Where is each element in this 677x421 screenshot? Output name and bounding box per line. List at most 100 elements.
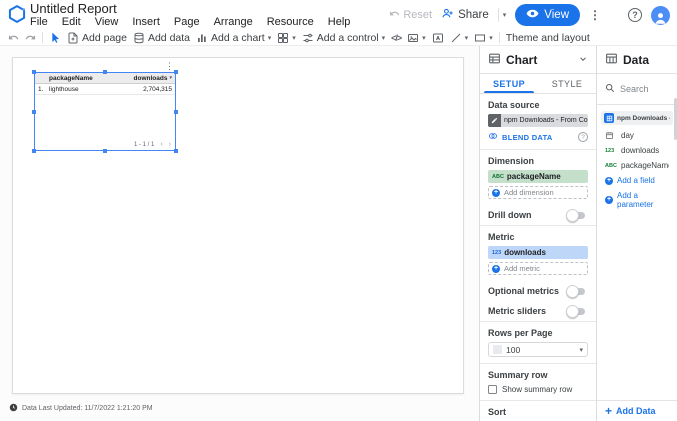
data-source-name: npm Downloads - From Co... xyxy=(501,117,588,124)
select-tool-button[interactable] xyxy=(49,32,61,44)
tune-icon xyxy=(302,32,314,44)
dimension-section: Dimension ABC packageName + Add dimensio… xyxy=(480,150,596,205)
menu-help[interactable]: Help xyxy=(321,16,358,28)
eye-icon xyxy=(526,7,539,23)
data-panel: Data npm Downloads - F... day 123 downlo… xyxy=(596,46,677,421)
resize-handle-ne[interactable] xyxy=(174,70,178,74)
selected-table-chart[interactable]: ⋮ packageName downloads ▾ 1. lighthouse … xyxy=(34,72,176,151)
field-item-day[interactable]: day xyxy=(597,128,677,143)
menu-edit[interactable]: Edit xyxy=(55,16,88,28)
field-item-downloads[interactable]: 123 downloads xyxy=(597,143,677,158)
menu-page[interactable]: Page xyxy=(167,16,207,28)
row-index: 1. xyxy=(35,86,49,93)
resize-handle-n[interactable] xyxy=(103,70,107,74)
metric-chip[interactable]: 123 downloads xyxy=(488,246,588,259)
report-canvas[interactable]: ⋮ packageName downloads ▾ 1. lighthouse … xyxy=(0,46,479,421)
plus-icon: + xyxy=(492,265,500,273)
add-chart-button[interactable]: Add a chart ▾ xyxy=(196,32,271,44)
menu-file[interactable]: File xyxy=(23,16,55,28)
resize-handle-e[interactable] xyxy=(174,110,178,114)
view-button[interactable]: View xyxy=(515,4,580,26)
data-source-chip[interactable]: npm Downloads - From Co... xyxy=(488,114,588,127)
caret-down-icon: ▾ xyxy=(382,34,386,42)
blend-data-button[interactable]: BLEND DATA xyxy=(502,133,553,142)
pencil-icon[interactable] xyxy=(488,114,501,127)
reset-button[interactable]: Reset xyxy=(389,8,432,22)
community-visualizations-button[interactable]: ▾ xyxy=(277,32,296,44)
resize-handle-sw[interactable] xyxy=(32,149,36,153)
chart-panel-header[interactable]: Chart xyxy=(480,46,596,74)
add-metric-button[interactable]: + Add metric xyxy=(488,262,588,275)
add-parameter-button[interactable]: + Add a parameter xyxy=(597,188,677,212)
caret-down-icon: ▾ xyxy=(579,346,583,354)
field-search xyxy=(597,74,677,105)
tab-setup[interactable]: SETUP xyxy=(480,74,538,93)
column-header-packagename[interactable]: packageName xyxy=(49,75,123,82)
chart-panel-body: Data source npm Downloads - From Co... B… xyxy=(480,94,596,421)
add-shape-button[interactable]: ▾ xyxy=(474,32,493,44)
rows-per-page-select[interactable]: 100 ▾ xyxy=(488,342,588,357)
reset-icon xyxy=(389,8,400,22)
table-pagination: 1 - 1 / 1 ‹ › xyxy=(134,141,171,148)
add-data-button[interactable]: Add Data xyxy=(616,406,656,416)
add-dimension-button[interactable]: + Add dimension xyxy=(488,186,588,199)
table-header-row: packageName downloads ▾ xyxy=(35,73,175,84)
caret-down-icon: ▾ xyxy=(422,34,426,42)
embed-code-button[interactable]: </> xyxy=(391,33,401,43)
resize-handle-w[interactable] xyxy=(32,110,36,114)
text-type-icon: ABC xyxy=(492,174,504,180)
add-control-button[interactable]: Add a control ▾ xyxy=(302,32,385,44)
search-input[interactable] xyxy=(620,84,666,94)
more-options-kebab-icon[interactable]: ⋮ xyxy=(589,8,601,22)
pagination-range: 1 - 1 / 1 xyxy=(134,142,154,148)
column-header-downloads[interactable]: downloads ▾ xyxy=(123,75,175,82)
top-bar: Untitled Report File Edit View Insert Pa… xyxy=(0,0,677,30)
add-line-button[interactable]: ▾ xyxy=(450,32,469,44)
add-data-button[interactable]: Add data xyxy=(133,32,190,44)
add-field-button[interactable]: + Add a field xyxy=(597,173,677,188)
account-avatar[interactable] xyxy=(651,6,670,25)
drill-down-toggle[interactable] xyxy=(568,212,585,219)
add-text-button[interactable] xyxy=(432,32,444,44)
add-image-button[interactable]: ▾ xyxy=(407,32,426,44)
metric-sliders-row: Metric sliders xyxy=(480,301,596,321)
dimension-chip[interactable]: ABC packageName xyxy=(488,170,588,183)
edit-toolbar: Add page Add data Add a chart ▾ ▾ Add a … xyxy=(0,30,677,46)
menu-arrange[interactable]: Arrange xyxy=(207,16,260,28)
plus-icon: + xyxy=(605,177,613,185)
optional-metrics-toggle[interactable] xyxy=(568,288,585,295)
data-grid-icon xyxy=(605,52,618,68)
optional-metrics-row: Optional metrics xyxy=(480,281,596,301)
undo-button[interactable] xyxy=(8,32,19,43)
caret-down-icon: ▾ xyxy=(489,34,493,42)
header-actions: Reset Share ▾ View ⋮ ? xyxy=(389,3,670,27)
redo-button[interactable] xyxy=(25,32,36,43)
chevron-down-icon[interactable] xyxy=(578,53,588,67)
theme-and-layout-button[interactable]: Theme and layout xyxy=(506,32,590,44)
chart-options-kebab-icon[interactable]: ⋮ xyxy=(165,61,174,72)
data-freshness-status: Data Last Updated: 11/7/2022 1:21:20 PM xyxy=(9,403,153,414)
data-source-item[interactable]: npm Downloads - F... xyxy=(601,111,673,125)
menu-insert[interactable]: Insert xyxy=(125,16,167,28)
menu-view[interactable]: View xyxy=(88,16,126,28)
resize-handle-nw[interactable] xyxy=(32,70,36,74)
field-item-packagename[interactable]: ABC packageName xyxy=(597,158,677,173)
show-summary-checkbox[interactable] xyxy=(488,385,497,394)
help-icon[interactable]: ? xyxy=(628,8,642,22)
resize-handle-se[interactable] xyxy=(174,149,178,153)
prev-page-icon[interactable]: ‹ xyxy=(160,141,162,148)
report-title[interactable]: Untitled Report xyxy=(30,1,117,16)
status-text: Data Last Updated: 11/7/2022 1:21:20 PM xyxy=(22,405,153,412)
share-options-caret-icon[interactable]: ▾ xyxy=(498,8,507,22)
menu-resource[interactable]: Resource xyxy=(260,16,321,28)
dimension-field-name: packageName xyxy=(507,172,561,181)
tab-style[interactable]: STYLE xyxy=(538,74,596,93)
metric-sliders-toggle[interactable] xyxy=(568,308,585,315)
report-page[interactable]: ⋮ packageName downloads ▾ 1. lighthouse … xyxy=(12,57,464,394)
add-page-button[interactable]: Add page xyxy=(67,32,127,44)
next-page-icon[interactable]: › xyxy=(169,141,171,148)
resize-handle-s[interactable] xyxy=(103,149,107,153)
help-icon[interactable]: ? xyxy=(578,132,588,142)
line-icon xyxy=(450,32,462,44)
share-button[interactable]: Share xyxy=(441,7,489,23)
